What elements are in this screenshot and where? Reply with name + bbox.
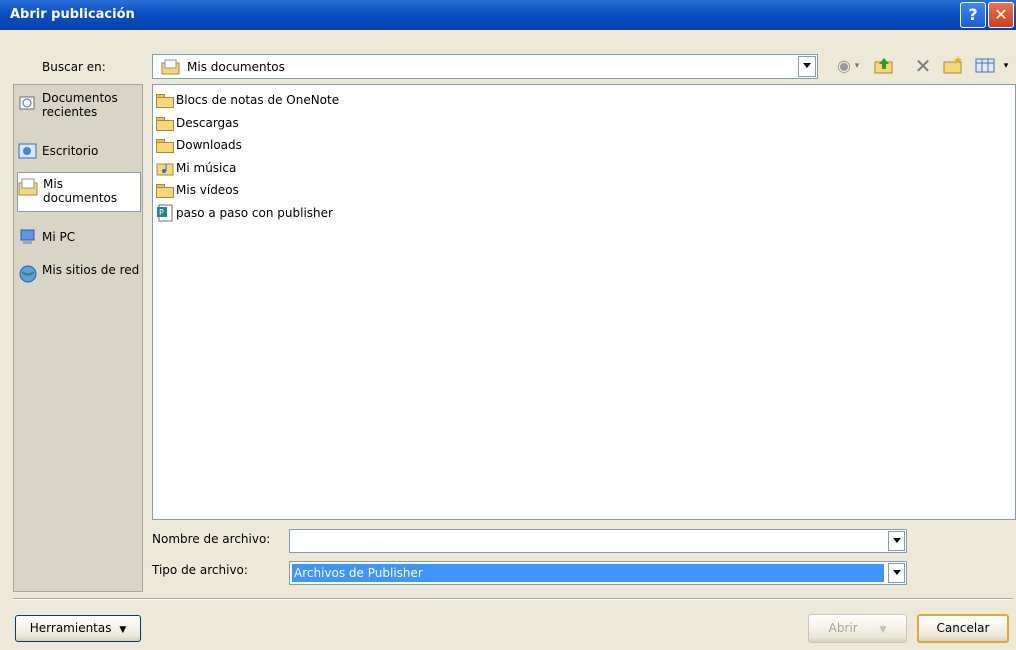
places-bar: Documentos recientes Escritorio Mis docu…: [13, 84, 143, 592]
lookin-dropdown[interactable]: Mis documentos: [152, 54, 818, 79]
folder-icon: [156, 138, 174, 153]
divider: [13, 598, 1013, 600]
place-network[interactable]: Mis sitios de red: [17, 263, 141, 297]
chevron-down-icon[interactable]: [888, 531, 905, 551]
file-name: Mis vídeos: [176, 183, 239, 197]
chevron-down-icon[interactable]: [798, 56, 816, 77]
recent-documents-icon: [19, 96, 35, 110]
lookin-label: Buscar en:: [42, 60, 106, 74]
my-documents-icon: [161, 59, 180, 75]
place-label: Escritorio: [42, 144, 99, 158]
chevron-down-icon[interactable]: [888, 563, 905, 583]
folder-icon: [156, 183, 174, 198]
place-label: Mis documentos: [43, 177, 118, 205]
file-name: Descargas: [176, 116, 239, 130]
folder-icon: [156, 116, 174, 131]
music-folder-icon: [156, 163, 174, 176]
svg-text:P: P: [159, 208, 164, 217]
tools-button-label: Herramientas: [29, 621, 112, 635]
help-button[interactable]: ?: [960, 2, 986, 28]
lookin-value: Mis documentos: [187, 60, 285, 74]
place-desktop[interactable]: Escritorio: [17, 139, 141, 163]
list-item[interactable]: Mis vídeos: [156, 180, 239, 200]
place-recent-documents[interactable]: Documentos recientes: [17, 91, 141, 125]
open-button[interactable]: Abrir ▼: [808, 614, 907, 643]
file-name: Mi música: [176, 161, 237, 175]
place-my-computer[interactable]: Mi PC: [17, 225, 141, 249]
views-dropdown-icon[interactable]: ▾: [1000, 55, 1012, 77]
file-list[interactable]: Blocs de notas de OneNote Descargas Down…: [152, 84, 1016, 520]
filename-label: Nombre de archivo:: [152, 532, 271, 546]
cancel-button[interactable]: Cancelar: [917, 614, 1009, 643]
filetype-value: Archivos de Publisher: [294, 566, 423, 580]
filetype-label: Tipo de archivo:: [152, 563, 248, 577]
views-icon[interactable]: [974, 55, 996, 77]
place-my-documents[interactable]: Mis documentos: [17, 172, 141, 212]
back-dropdown-icon[interactable]: ▾: [852, 55, 862, 77]
file-name: Blocs de notas de OneNote: [176, 93, 340, 107]
window-title: Abrir publicación: [10, 7, 135, 22]
new-folder-icon[interactable]: [942, 55, 964, 77]
chevron-down-icon: ▼: [879, 625, 887, 635]
close-button[interactable]: ✕: [988, 2, 1014, 28]
my-computer-icon: [20, 229, 35, 244]
list-item[interactable]: Blocs de notas de OneNote: [156, 90, 339, 110]
delete-icon[interactable]: ✕: [912, 55, 934, 77]
list-item[interactable]: Downloads: [156, 135, 242, 155]
filetype-dropdown[interactable]: Archivos de Publisher: [289, 561, 907, 585]
chevron-down-icon: ▼: [119, 625, 127, 635]
folder-icon: [156, 93, 174, 108]
place-label: Mi PC: [42, 230, 76, 244]
file-name: Downloads: [176, 138, 242, 152]
open-button-label: Abrir: [828, 621, 858, 635]
network-icon: [19, 265, 37, 283]
list-item[interactable]: Mi música: [156, 158, 236, 178]
tools-button[interactable]: Herramientas ▼: [15, 615, 141, 642]
list-item[interactable]: P paso a paso con publisher: [156, 203, 333, 223]
filename-field[interactable]: [289, 529, 907, 553]
file-name: paso a paso con publisher: [176, 206, 333, 220]
publisher-file-icon: P: [157, 204, 173, 222]
up-folder-icon[interactable]: [873, 55, 895, 77]
title-bar: Abrir publicación ? ✕: [0, 0, 1016, 30]
my-documents-icon: [18, 178, 38, 196]
list-item[interactable]: Descargas: [156, 113, 239, 133]
place-label: Mis sitios de red: [42, 263, 140, 277]
desktop-icon: [18, 143, 37, 159]
place-label: Documentos recientes: [42, 91, 118, 119]
